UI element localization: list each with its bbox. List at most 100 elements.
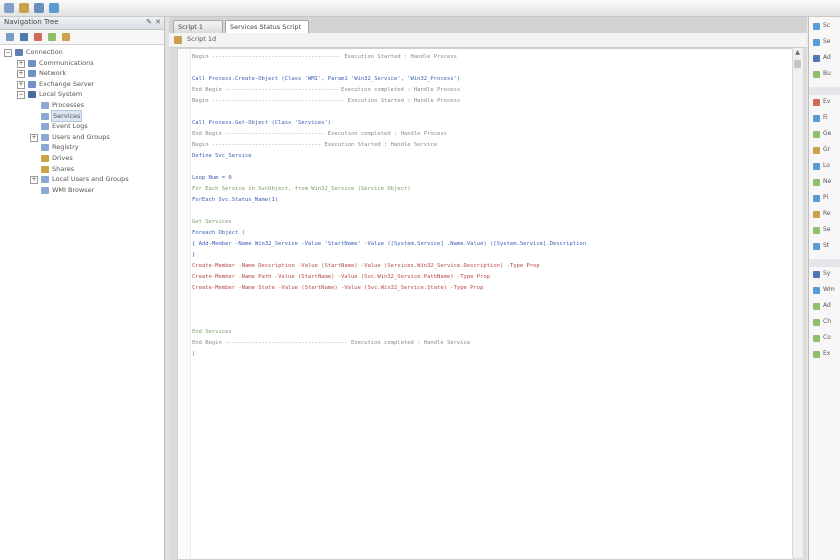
main-toolbar: [0, 0, 840, 17]
open-folder-icon[interactable]: [19, 3, 29, 13]
toolbox-item-label[interactable]: Ex: [823, 350, 830, 357]
toolbox-item-label[interactable]: Ad: [823, 54, 831, 61]
toolbox-item-icon[interactable]: [813, 319, 820, 326]
tree-node[interactable]: Services: [0, 109, 164, 123]
navigation-header: Navigation Tree ✎ ✕: [0, 17, 164, 30]
tree-node[interactable]: + Users and Groups: [0, 132, 164, 143]
pin-icon[interactable]: ✎: [146, 18, 152, 26]
toolbox-item-icon[interactable]: [813, 303, 820, 310]
code-line: Foreach Object (: [192, 230, 245, 236]
code-line: Define Svc_Service: [192, 153, 252, 159]
toolbox-item-label[interactable]: Sy: [823, 270, 830, 277]
properties-icon[interactable]: [62, 33, 70, 41]
toolbox-item-icon[interactable]: [813, 179, 820, 186]
toolbox-item-label[interactable]: Pi: [823, 194, 828, 201]
tree-expander-icon[interactable]: −: [4, 49, 12, 57]
run-icon[interactable]: [49, 3, 59, 13]
editor-tab[interactable]: Script 1: [173, 20, 223, 33]
toolbox-item-label[interactable]: Fi: [823, 114, 828, 121]
toolbox-item-label[interactable]: Bu: [823, 70, 831, 77]
tree-node[interactable]: Processes: [0, 100, 164, 111]
connect-icon[interactable]: [20, 33, 28, 41]
toolbox-item-icon[interactable]: [813, 39, 820, 46]
tree-expander-icon[interactable]: +: [30, 133, 38, 142]
toolbox-item-label[interactable]: Ge: [823, 130, 831, 137]
toolbox-item-icon[interactable]: [813, 195, 820, 202]
tree-node[interactable]: + Exchange Server: [0, 79, 164, 90]
toolbox-item-label[interactable]: Sc: [823, 22, 830, 29]
tree-node-label: Shares: [52, 164, 75, 173]
close-icon[interactable]: ✕: [155, 18, 161, 26]
navigation-tools: [0, 30, 164, 45]
toolbox-item-label[interactable]: Se: [823, 226, 831, 233]
toolbox-group-header[interactable]: [809, 87, 840, 95]
tree-expander-icon[interactable]: −: [17, 91, 25, 100]
tree-node[interactable]: Registry: [0, 142, 164, 153]
toolbox-item-label[interactable]: Gr: [823, 146, 830, 153]
tree-node[interactable]: + Communications: [0, 58, 164, 69]
tree-node[interactable]: − Connection: [0, 47, 164, 58]
tree-node-label: Processes: [52, 100, 85, 109]
toolbox-item-label[interactable]: Se: [823, 38, 831, 45]
new-document-icon[interactable]: [4, 3, 14, 13]
toolbox-item-label[interactable]: Co: [823, 334, 831, 341]
toolbox-item-icon[interactable]: [813, 115, 820, 122]
toolbox-item-icon[interactable]: [813, 243, 820, 250]
toolbox-item-label[interactable]: Lo: [823, 162, 830, 169]
editor-tab[interactable]: Services Status Script: [225, 20, 309, 33]
tree-node[interactable]: Event Logs: [0, 121, 164, 132]
refresh-icon[interactable]: [48, 33, 56, 41]
toolbox-item-label[interactable]: Ne: [823, 178, 831, 185]
toolbox-item-label[interactable]: Ad: [823, 302, 831, 309]
toolbox-item-icon[interactable]: [813, 71, 820, 78]
tree-node[interactable]: + Network: [0, 68, 164, 79]
tab-bar: Script 1 Services Status Script: [169, 17, 807, 33]
database-icon[interactable]: [34, 3, 44, 13]
editor-scrollbar[interactable]: ▲: [792, 48, 803, 558]
toolbox-item-icon[interactable]: [813, 211, 820, 218]
tree-node[interactable]: + Local Users and Groups: [0, 174, 164, 185]
toolbox-group-header[interactable]: [809, 259, 840, 267]
tree-expander-icon[interactable]: +: [17, 59, 25, 68]
tree-node-label: Local Users and Groups: [52, 175, 129, 184]
tree-node[interactable]: WMI Browser: [0, 185, 164, 196]
tree-node-label: Services: [50, 109, 83, 123]
tab-label: Services Status Script: [230, 23, 302, 31]
toolbox-item-icon[interactable]: [813, 131, 820, 138]
scroll-up-icon[interactable]: ▲: [794, 49, 801, 56]
code-editor[interactable]: Begin ----------------------------------…: [177, 48, 794, 560]
tree-node-label: Communications: [39, 58, 94, 67]
scroll-thumb[interactable]: [794, 60, 801, 68]
toolbox-item-label[interactable]: Ev: [823, 98, 830, 105]
tree-expander-icon[interactable]: +: [17, 70, 25, 79]
toolbox-item-icon[interactable]: [813, 147, 820, 154]
code-line: Get Services: [192, 219, 232, 225]
toolbox-item-icon[interactable]: [813, 227, 820, 234]
toolbox-item-label[interactable]: Re: [823, 210, 831, 217]
toolbox-item-label[interactable]: Ch: [823, 318, 831, 325]
code-line: End Begin ------------------------------…: [192, 131, 447, 137]
back-icon[interactable]: [6, 33, 14, 41]
subbar-label: Script 1d: [187, 35, 217, 43]
toolbox-item-icon[interactable]: [813, 271, 820, 278]
toolbox-item-icon[interactable]: [813, 99, 820, 106]
toolbox-item-label[interactable]: St: [823, 242, 829, 249]
delete-icon[interactable]: [34, 33, 42, 41]
tree-expander-icon[interactable]: +: [30, 176, 38, 185]
toolbox-item-label[interactable]: Wm: [823, 286, 835, 293]
tree-node-label: Event Logs: [52, 122, 88, 131]
tree-node[interactable]: Shares: [0, 164, 164, 175]
toolbox-item-icon[interactable]: [813, 351, 820, 358]
tree-node[interactable]: − Local System: [0, 89, 164, 100]
toolbox-item-icon[interactable]: [813, 23, 820, 30]
toolbox-item-icon[interactable]: [813, 335, 820, 342]
tree-node-icon: [41, 176, 49, 184]
toolbox-item-icon[interactable]: [813, 287, 820, 294]
tree-node[interactable]: Drives: [0, 153, 164, 164]
toolbox-item-icon[interactable]: [813, 55, 820, 62]
tree-node-icon: [41, 144, 49, 152]
tree-expander-icon[interactable]: +: [17, 80, 25, 89]
tree-node-icon: [28, 91, 36, 99]
toolbox-item-icon[interactable]: [813, 163, 820, 170]
code-line: ForEach Svc.Status_Name(1): [192, 197, 279, 203]
